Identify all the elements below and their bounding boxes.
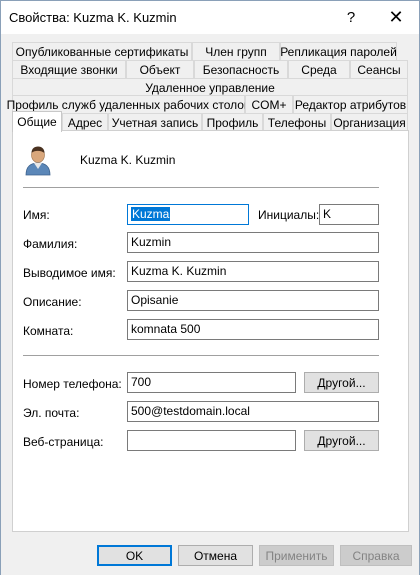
apply-button[interactable]: Применить xyxy=(259,545,334,566)
tab-general[interactable]: Общие xyxy=(12,111,62,132)
office-label: Комната: xyxy=(23,324,74,338)
help-button[interactable]: Справка xyxy=(340,545,412,566)
description-field[interactable]: Opisanie xyxy=(127,290,379,311)
last-name-field[interactable]: Kuzmin xyxy=(127,232,379,253)
office-field[interactable]: komnata 500 xyxy=(127,319,379,340)
separator-middle xyxy=(23,355,379,356)
email-field[interactable]: 500@testdomain.local xyxy=(127,401,379,422)
description-label: Описание: xyxy=(23,295,82,309)
help-title-button[interactable]: ? xyxy=(328,1,374,34)
tab-sessions[interactable]: Сеансы xyxy=(350,60,408,78)
close-button[interactable]: ✕ xyxy=(373,1,419,34)
first-name-field[interactable]: Kuzma xyxy=(127,204,249,225)
help-icon: ? xyxy=(346,9,356,26)
title-bar: Свойства: Kuzma K. Kuzmin ? ✕ xyxy=(1,1,419,34)
separator-top xyxy=(23,187,379,188)
email-label: Эл. почта: xyxy=(23,406,80,420)
close-icon: ✕ xyxy=(388,7,404,27)
user-display-name: Kuzma K. Kuzmin xyxy=(80,153,176,167)
cancel-button[interactable]: Отмена xyxy=(178,545,253,566)
first-name-value: Kuzma xyxy=(131,207,171,221)
tab-member-of[interactable]: Член групп xyxy=(192,42,280,60)
phone-other-button[interactable]: Другой... xyxy=(304,372,379,393)
tab-dial-in[interactable]: Входящие звонки xyxy=(12,60,126,78)
tab-attribute-editor[interactable]: Редактор атрибутов xyxy=(293,95,408,113)
tab-com-plus[interactable]: COM+ xyxy=(245,95,293,113)
tab-row-1: Опубликованные сертификаты Член групп Ре… xyxy=(1,42,419,60)
tab-telephones[interactable]: Телефоны xyxy=(263,113,331,131)
tab-published-certificates[interactable]: Опубликованные сертификаты xyxy=(12,42,192,60)
tab-password-replication[interactable]: Репликация паролей xyxy=(280,42,397,60)
phone-label: Номер телефона: xyxy=(23,377,122,391)
properties-dialog: Свойства: Kuzma K. Kuzmin ? ✕ Опубликова… xyxy=(0,0,420,575)
last-name-label: Фамилия: xyxy=(23,237,78,251)
tab-security[interactable]: Безопасность xyxy=(194,60,288,78)
display-name-field[interactable]: Kuzma K. Kuzmin xyxy=(127,261,379,282)
tab-organization[interactable]: Организация xyxy=(331,113,408,131)
tab-object[interactable]: Объект xyxy=(126,60,194,78)
tab-row-3: Удаленное управление xyxy=(1,78,419,96)
web-page-field[interactable] xyxy=(127,430,296,451)
tab-address[interactable]: Адрес xyxy=(62,113,108,131)
tab-row-4: Профиль служб удаленных рабочих столов C… xyxy=(1,95,419,113)
phone-field[interactable]: 700 xyxy=(127,372,296,393)
tab-profile[interactable]: Профиль xyxy=(202,113,263,131)
window-title: Свойства: Kuzma K. Kuzmin xyxy=(9,10,177,25)
display-name-label: Выводимое имя: xyxy=(23,266,116,280)
first-name-label: Имя: xyxy=(23,208,50,222)
tab-remote-control[interactable]: Удаленное управление xyxy=(12,78,408,96)
initials-field[interactable]: K xyxy=(319,204,379,225)
user-icon xyxy=(23,144,53,176)
tab-environment[interactable]: Среда xyxy=(288,60,350,78)
web-page-label: Веб-страница: xyxy=(23,435,104,449)
ok-button[interactable]: OK xyxy=(97,545,172,566)
tab-account[interactable]: Учетная запись xyxy=(108,113,202,131)
web-other-button[interactable]: Другой... xyxy=(304,430,379,451)
tab-row-5: Общие Адрес Учетная запись Профиль Телеф… xyxy=(1,111,419,132)
initials-label: Инициалы: xyxy=(258,208,320,222)
tab-row-2: Входящие звонки Объект Безопасность Сред… xyxy=(1,60,419,78)
